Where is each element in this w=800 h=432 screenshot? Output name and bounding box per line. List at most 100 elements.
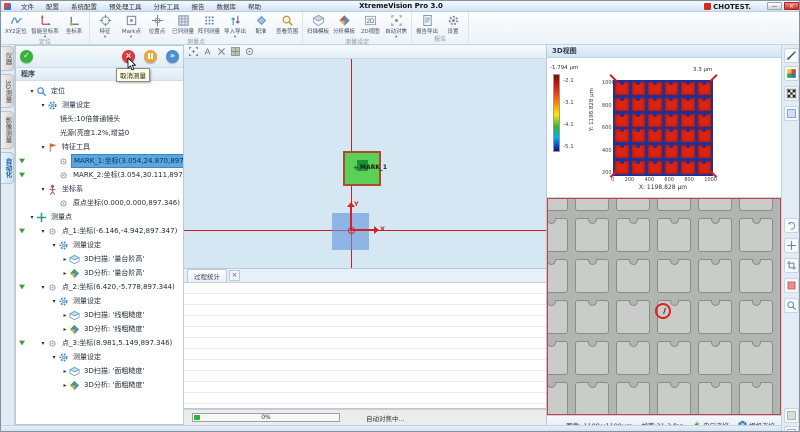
color-map-icon[interactable] xyxy=(784,66,799,81)
tree-row-10[interactable]: ▾点_1:坐标(-6.146,-4.942,897.347) xyxy=(16,224,183,238)
tree-row-14[interactable]: ▾点_2:坐标(6.420,-5.778,897.344) xyxy=(16,280,183,294)
tree-row-8[interactable]: 原点坐标(0.000,0.000,897.346) xyxy=(16,196,183,210)
tree-expander-icon[interactable]: ▾ xyxy=(39,144,47,151)
run-button[interactable]: ✓ xyxy=(20,50,33,63)
tree-row-0[interactable]: ▾定位 xyxy=(16,84,183,98)
tree-row-18[interactable]: ▾点_3:坐标(8.981,5.149,897.346) xyxy=(16,336,183,350)
tree-expander-icon[interactable]: ▸ xyxy=(61,326,69,333)
tree-expander-icon[interactable]: ▾ xyxy=(50,298,58,305)
side-tab-0[interactable]: 仪器 xyxy=(1,46,14,71)
tree-expander-icon[interactable]: ▸ xyxy=(61,368,69,375)
tree-expander-icon[interactable]: ▾ xyxy=(28,88,36,95)
zoom-select-icon[interactable] xyxy=(784,298,799,313)
menu-item-3[interactable]: 预处理工具 xyxy=(103,1,148,11)
tree-row-19[interactable]: ▾测量设定 xyxy=(16,350,183,364)
wafer-cell xyxy=(739,382,773,415)
box-gray-icon[interactable] xyxy=(784,408,799,423)
tree-expander-icon[interactable]: ▾ xyxy=(39,186,47,193)
menu-item-5[interactable]: 报告 xyxy=(186,1,211,11)
blue-region-icon[interactable] xyxy=(784,106,799,121)
view3d-panel[interactable]: -1.794 μm -2.1-3.1-4.1-5.1 Y: 1198.828 μ… xyxy=(547,58,781,198)
ribbon-item-smart-axis[interactable]: 智能坐标系▾ xyxy=(29,13,61,39)
side-tab-3[interactable]: 自动化 xyxy=(1,152,14,184)
tree-expander-icon[interactable]: ▸ xyxy=(61,382,69,389)
menu-item-4[interactable]: 分析工具 xyxy=(148,1,186,11)
ribbon-item-mark[interactable]: Mark点▾ xyxy=(118,13,144,39)
mark1-region[interactable]: + MARK_1 xyxy=(343,151,381,186)
skip-button[interactable]: » xyxy=(166,50,179,63)
tree-row-6[interactable]: MARK_2:坐标(3.054,30.111,897.339) xyxy=(16,168,183,182)
side-tab-1[interactable]: 3D测量 xyxy=(1,74,14,108)
pen-measure-icon[interactable] xyxy=(784,48,799,63)
menu-item-2[interactable]: 系统配置 xyxy=(65,1,103,11)
minimize-button[interactable]: — xyxy=(767,2,782,10)
camera-live-view[interactable] xyxy=(547,198,781,415)
ribbon-item-array[interactable]: 阵列测量 xyxy=(196,13,222,39)
ribbon-item-axis[interactable]: 坐标系 xyxy=(61,13,87,39)
stage-canvas[interactable]: + MARK_1 X Y xyxy=(184,59,546,269)
tree-row-4[interactable]: ▾特征工具 xyxy=(16,140,183,154)
tree-expander-icon[interactable]: ▾ xyxy=(39,284,47,291)
tree-expander-icon[interactable]: ▾ xyxy=(39,228,47,235)
ribbon-item-magnifier[interactable]: 查看范围 xyxy=(274,13,300,39)
close-button[interactable]: × xyxy=(784,2,799,10)
target-icon[interactable] xyxy=(244,46,255,57)
ribbon-item-import-export[interactable]: 导入导出▾ xyxy=(222,13,248,39)
ribbon-item-position[interactable]: 位置点 xyxy=(144,13,170,39)
tree-row-5[interactable]: MARK_1:坐标(3.054,24.870,897.332) xyxy=(16,154,183,168)
close-icon[interactable] xyxy=(216,46,227,57)
tree-row-21[interactable]: ▸3D分析: '面粗糙度' xyxy=(16,378,183,392)
tab-process-stats[interactable]: 过程统计 xyxy=(187,269,227,282)
grid-fill-icon[interactable] xyxy=(230,46,241,57)
tree-expander-icon[interactable]: ▸ xyxy=(61,256,69,263)
fit-view-icon[interactable] xyxy=(188,46,199,57)
heightmap-plot[interactable] xyxy=(613,80,713,176)
ribbon-item-wave[interactable]: XY2定位 xyxy=(3,13,29,39)
ribbon-item-autofocus[interactable]: 自动对焦▾ xyxy=(383,13,409,39)
tree-row-7[interactable]: ▾坐标系 xyxy=(16,182,183,196)
menu-item-7[interactable]: 帮助 xyxy=(242,1,267,11)
tree-expander-icon[interactable]: ▾ xyxy=(39,340,47,347)
red-marker-icon[interactable] xyxy=(784,278,799,293)
tree-row-13[interactable]: ▸3D分析: '量台阶高' xyxy=(16,266,183,280)
ribbon-item-grid[interactable]: 已列测量 xyxy=(170,13,196,39)
side-tab-2[interactable]: 影像测量 xyxy=(1,111,14,149)
tree-expander-icon[interactable]: ▾ xyxy=(50,354,58,361)
close-panel-icon[interactable]: × xyxy=(229,270,240,281)
tree-row-3[interactable]: 光源(亮度1.2%,增益0 xyxy=(16,126,183,140)
tree-row-1[interactable]: ▾测量设定 xyxy=(16,98,183,112)
crop-icon[interactable] xyxy=(784,258,799,273)
process-stats-table[interactable] xyxy=(184,283,546,408)
ribbon-item-feature[interactable]: 特征▾ xyxy=(92,13,118,39)
tree-row-16[interactable]: ▸3D扫描: '线粗糙度' xyxy=(16,308,183,322)
menu-item-6[interactable]: 数据库 xyxy=(211,1,243,11)
tree-row-11[interactable]: ▾测量设定 xyxy=(16,238,183,252)
tree-expander-icon[interactable]: ▾ xyxy=(50,242,58,249)
ribbon-item-align[interactable]: 配准 xyxy=(248,13,274,39)
undo-icon[interactable] xyxy=(784,218,799,233)
ribbon-item-settings[interactable]: 设置 xyxy=(440,13,466,36)
cancel-measure-button[interactable]: × xyxy=(122,50,135,63)
tree-row-2[interactable]: 镜头:10倍普通镜头 xyxy=(16,112,183,126)
ribbon-item-report[interactable]: 报告导出 xyxy=(414,13,440,36)
crosshair-icon[interactable] xyxy=(784,238,799,253)
tree-row-15[interactable]: ▾测量设定 xyxy=(16,294,183,308)
tree-expander-icon[interactable]: ▾ xyxy=(28,214,36,221)
menu-item-0[interactable]: 文件 xyxy=(15,1,40,11)
tree-row-12[interactable]: ▸3D扫描: '量台阶高' xyxy=(16,252,183,266)
wafer-cell xyxy=(739,218,773,252)
tree-expander-icon[interactable]: ▸ xyxy=(61,312,69,319)
tree-row-9[interactable]: ▾测量点 xyxy=(16,210,183,224)
tree-row-20[interactable]: ▸3D扫描: '面粗糙度' xyxy=(16,364,183,378)
ribbon-item-scan-template[interactable]: 扫描模板 xyxy=(305,13,331,39)
label-a-icon[interactable]: A xyxy=(202,46,213,57)
pause-button[interactable] xyxy=(144,50,157,63)
menu-item-1[interactable]: 配置 xyxy=(40,1,65,11)
tree-expander-icon[interactable]: ▸ xyxy=(61,270,69,277)
pixel-matrix-icon[interactable] xyxy=(784,86,799,101)
ribbon-item-view-2d[interactable]: 2D2D视图 xyxy=(357,13,383,39)
tree-row-17[interactable]: ▸3D分析: '线粗糙度' xyxy=(16,322,183,336)
box-split-icon[interactable] xyxy=(784,426,799,432)
tree-expander-icon[interactable]: ▾ xyxy=(39,102,47,109)
ribbon-item-analysis-template[interactable]: 分析模板 xyxy=(331,13,357,39)
